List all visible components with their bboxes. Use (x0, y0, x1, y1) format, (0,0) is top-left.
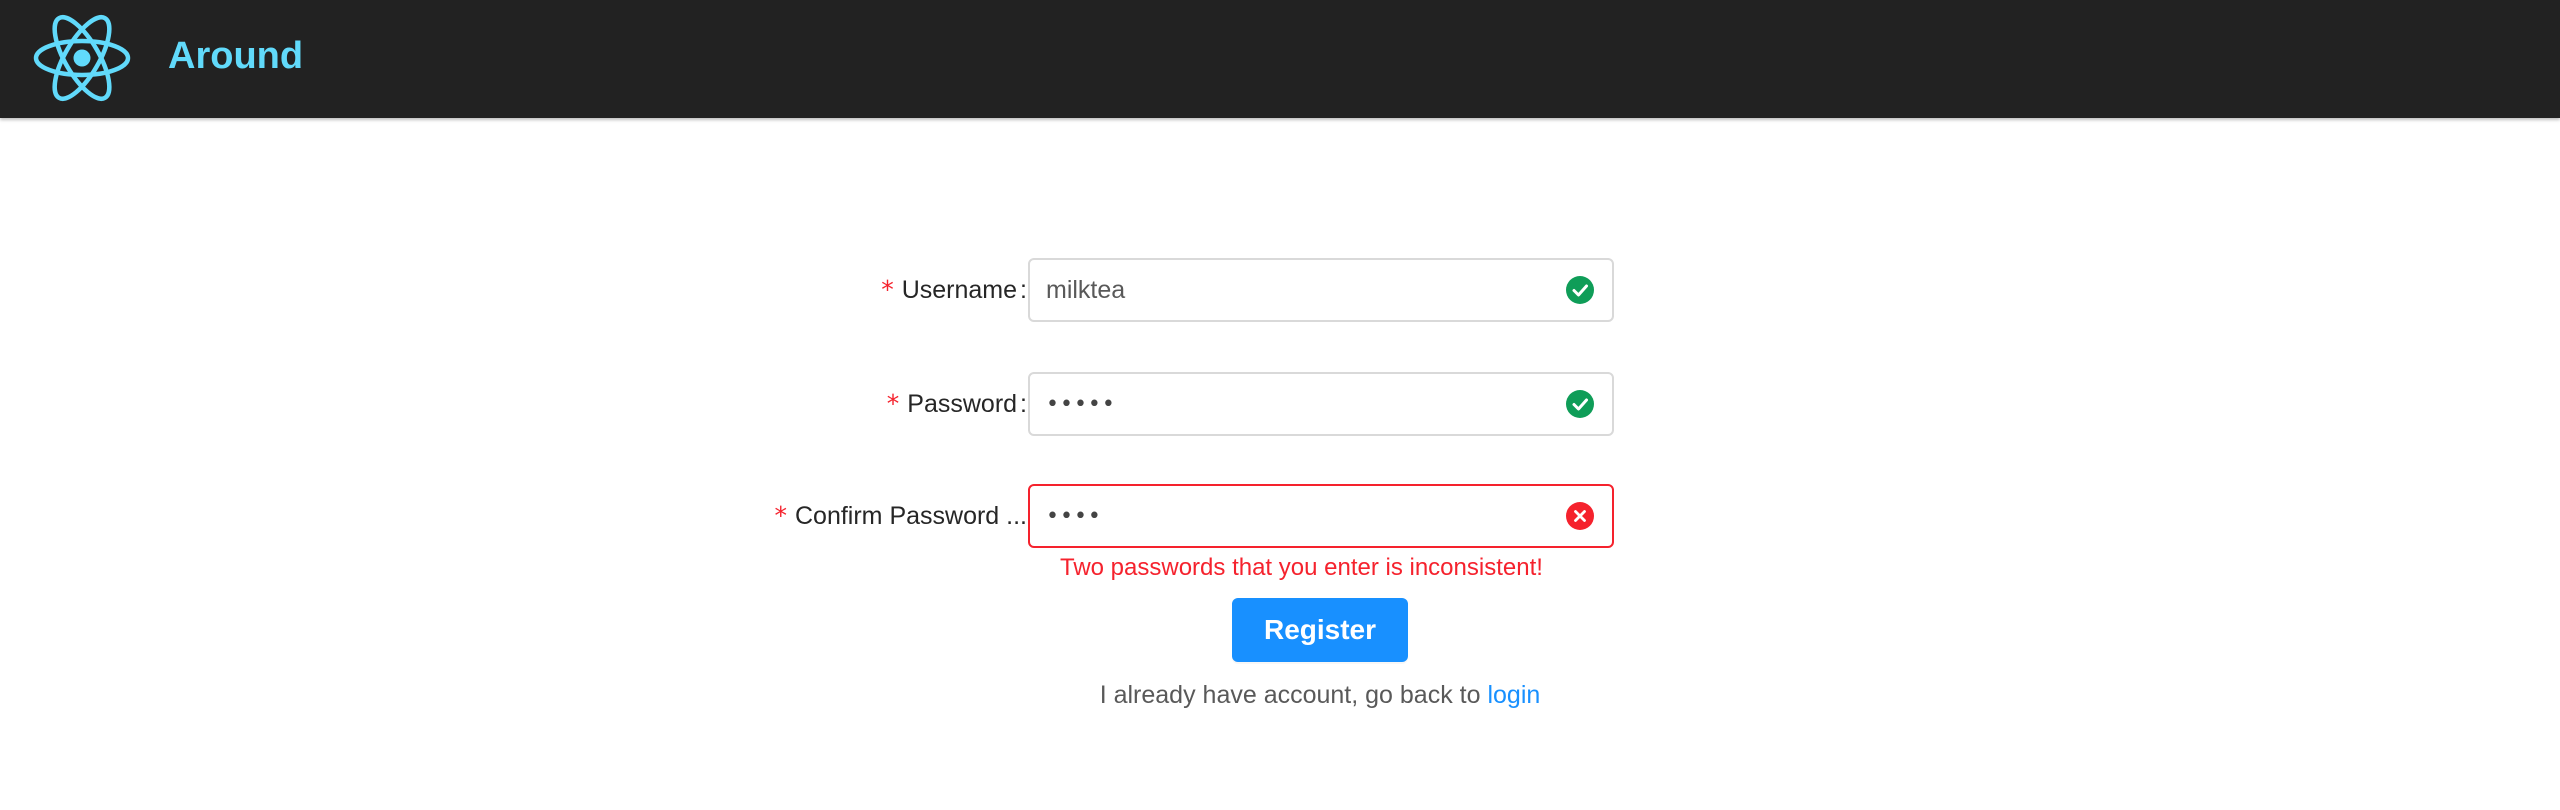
login-prompt-text: I already have account, go back to (1099, 681, 1488, 709)
check-circle-icon (1566, 390, 1594, 418)
label-colon: : (1020, 276, 1027, 304)
required-marker: * (881, 275, 894, 304)
login-link[interactable]: login (1487, 681, 1540, 709)
react-atom-icon[interactable] (30, 10, 134, 106)
login-prompt: I already have account, go back to login (0, 678, 2560, 712)
confirm-password-error-message: Two passwords that you enter is inconsis… (1060, 554, 1543, 581)
password-form-item: * Password: (0, 372, 2560, 436)
confirm-password-input-wrapper[interactable] (1028, 484, 1614, 548)
password-label-text: Password (907, 390, 1018, 418)
required-marker: * (886, 389, 900, 418)
password-input-wrapper[interactable] (1028, 372, 1614, 436)
username-label-text: Username (901, 276, 1018, 304)
username-input[interactable] (1046, 260, 1546, 320)
app-header: Around (0, 0, 2560, 118)
confirm-password-label: * Confirm Password ... (774, 484, 1027, 548)
label-colon: : (1020, 390, 1027, 418)
username-form-item: * Username: (0, 258, 2560, 322)
app-title[interactable]: Around (168, 32, 303, 80)
confirm-password-label-text: Confirm Password ... (794, 502, 1027, 530)
username-input-wrapper[interactable] (1028, 258, 1614, 322)
required-marker: * (774, 501, 787, 530)
confirm-password-input[interactable] (1046, 486, 1546, 546)
confirm-password-form-item: * Confirm Password ... (0, 484, 2560, 548)
check-circle-icon (1566, 276, 1594, 304)
username-label: * Username: (881, 258, 1027, 322)
register-button[interactable]: Register (1232, 598, 1408, 662)
password-label: * Password: (887, 372, 1027, 436)
close-circle-icon (1566, 502, 1594, 530)
password-input[interactable] (1046, 374, 1546, 434)
